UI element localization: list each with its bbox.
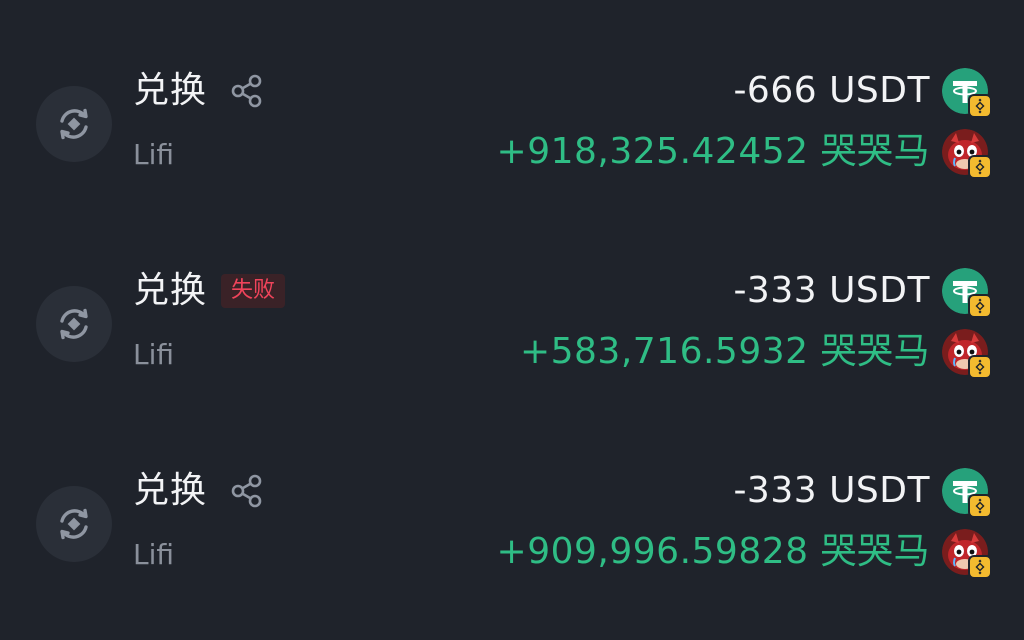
swap-icon <box>36 486 112 562</box>
meme-token-icon <box>942 329 992 379</box>
share-icon[interactable] <box>229 73 265 109</box>
transaction-row[interactable]: 兑换 失败 Lifi -333 USDT +583,716.5932 哭哭马 <box>0 200 1024 400</box>
sent-amount: -333 USDT <box>733 470 930 511</box>
transaction-list: 兑换 Lifi -666 USDT +918,325.42452 哭哭马 兑换 … <box>0 0 1024 640</box>
failed-status-badge: 失败 <box>221 274 286 308</box>
received-amount: +918,325.42452 哭哭马 <box>496 131 930 172</box>
received-amount: +583,716.5932 哭哭马 <box>519 331 930 372</box>
received-amount-line: +583,716.5932 哭哭马 <box>519 328 992 379</box>
provider-label: Lifi <box>133 338 175 371</box>
bnb-chain-icon <box>968 94 992 118</box>
meme-token-icon <box>942 529 992 579</box>
sent-amount-line: -666 USDT <box>733 67 992 118</box>
bnb-chain-icon <box>968 555 992 579</box>
bnb-chain-icon <box>968 155 992 179</box>
bnb-chain-icon <box>968 294 992 318</box>
received-amount-line: +918,325.42452 哭哭马 <box>496 128 992 179</box>
title-line: 兑换 <box>133 67 265 115</box>
sent-amount-line: -333 USDT <box>733 267 992 318</box>
received-amount: +909,996.59828 哭哭马 <box>496 531 930 572</box>
share-icon[interactable] <box>229 473 265 509</box>
transaction-title: 兑换 <box>133 70 208 111</box>
swap-icon <box>36 286 112 362</box>
usdt-icon <box>942 468 992 518</box>
transaction-row[interactable]: 兑换 Lifi -666 USDT +918,325.42452 哭哭马 <box>0 0 1024 200</box>
sent-amount-line: -333 USDT <box>733 467 992 518</box>
sent-amount: -333 USDT <box>733 270 930 311</box>
sent-amount: -666 USDT <box>733 70 930 111</box>
swap-icon <box>36 86 112 162</box>
received-amount-line: +909,996.59828 哭哭马 <box>496 528 992 579</box>
meme-token-icon <box>942 129 992 179</box>
transaction-title: 兑换 <box>133 270 208 311</box>
usdt-icon <box>942 268 992 318</box>
title-line: 兑换 <box>133 467 265 515</box>
title-line: 兑换 失败 <box>133 267 286 315</box>
usdt-icon <box>942 68 992 118</box>
bnb-chain-icon <box>968 494 992 518</box>
provider-label: Lifi <box>133 538 175 571</box>
transaction-row[interactable]: 兑换 Lifi -333 USDT +909,996.59828 哭哭马 <box>0 400 1024 600</box>
transaction-title: 兑换 <box>133 470 208 511</box>
bnb-chain-icon <box>968 355 992 379</box>
provider-label: Lifi <box>133 138 175 171</box>
